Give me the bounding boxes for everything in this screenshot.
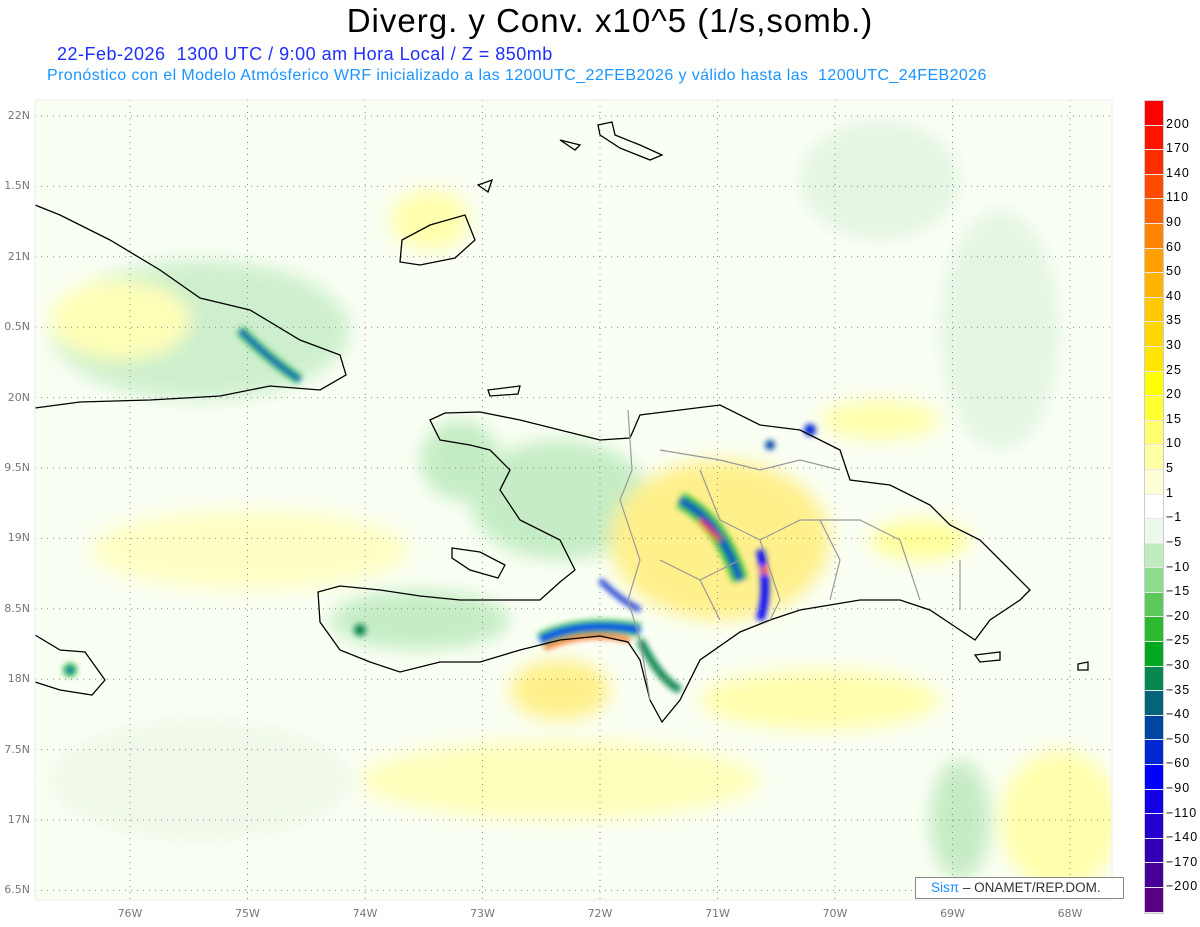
colorbar-swatch [1145,888,1163,913]
colorbar-swatch [1145,469,1163,495]
colorbar [1144,100,1164,914]
colorbar-swatch [1145,715,1163,741]
colorbar-swatch [1145,592,1163,618]
colorbar-swatch [1145,174,1163,200]
colorbar-label: −30 [1166,657,1191,672]
lat-label: 17N [7,813,30,826]
colorbar-label: −40 [1166,707,1191,722]
colorbar-swatch [1145,814,1163,839]
lat-label: 1.5N [4,179,30,193]
colorbar-swatch [1145,420,1163,446]
colorbar-label: −200 [1166,879,1199,894]
divergence-map [34,99,1113,901]
colorbar-label: −1 [1166,510,1183,525]
colorbar-swatch [1145,371,1163,397]
colorbar-label: −15 [1166,584,1191,599]
colorbar-label: −35 [1166,682,1191,697]
colorbar-label: 35 [1166,313,1182,328]
colorbar-label: 200 [1166,116,1190,131]
sispi-logo: Sisπ [931,880,960,895]
colorbar-swatch [1145,273,1163,298]
colorbar-swatch [1145,863,1163,888]
colorbar-swatch [1145,617,1163,643]
colorbar-swatch [1145,396,1163,421]
colorbar-label: 50 [1166,264,1182,279]
colorbar-swatch [1145,691,1163,716]
colorbar-label: 110 [1166,190,1189,205]
lon-label: 72W [587,907,613,920]
colorbar-label: 60 [1166,239,1182,254]
lon-label: 73W [470,907,495,920]
colorbar-swatch [1145,101,1163,126]
colorbar-label: 1 [1166,485,1174,500]
colorbar-label: 170 [1166,141,1190,156]
colorbar-label: 40 [1166,288,1182,303]
credit-box: Sisπ – ONAMET/REP.DOM. [915,877,1124,899]
lon-label: 70W [822,907,848,920]
colorbar-label: −170 [1166,854,1199,869]
lon-label: 76W [117,907,143,920]
colorbar-label: −5 [1166,534,1183,549]
colorbar-swatch [1145,543,1163,569]
colorbar-swatch [1145,150,1163,175]
lon-label: 71W [705,907,730,920]
colorbar-swatch [1145,223,1163,249]
colorbar-swatch [1145,642,1163,667]
lat-label: 0.5N [4,320,30,334]
colorbar-label: 15 [1166,411,1182,426]
shading-layer [35,100,1112,900]
colorbar-label: 25 [1166,362,1182,377]
lat-label: 22N [7,109,30,122]
colorbar-swatch [1145,568,1163,593]
colorbar-label: 140 [1166,165,1190,180]
colorbar-swatch [1145,789,1163,815]
lon-label: 75W [235,907,260,920]
lat-label: 9.5N [4,461,30,474]
colorbar-swatch [1145,199,1163,224]
colorbar-label: 30 [1166,338,1182,353]
lon-label: 68W [1057,907,1083,920]
colorbar-swatch [1145,125,1163,151]
colorbar-label: −140 [1166,830,1199,845]
colorbar-swatch [1145,494,1163,520]
colorbar-label: 90 [1166,215,1182,230]
colorbar-swatch [1145,519,1163,544]
colorbar-label: −10 [1166,559,1191,574]
colorbar-label: 10 [1166,436,1182,451]
credit-text: – ONAMET/REP.DOM. [962,880,1101,895]
colorbar-label: −60 [1166,756,1191,771]
colorbar-label: −110 [1166,805,1198,820]
lon-label: 69W [940,907,965,920]
colorbar-swatch [1145,322,1163,347]
colorbar-label: 5 [1166,461,1174,476]
lat-label: 7.5N [4,742,30,756]
lat-label: 18N [7,672,30,686]
colorbar-swatch [1145,740,1163,766]
colorbar-label: −90 [1166,780,1191,795]
colorbar-swatch [1145,248,1163,274]
lat-label: 19N [7,531,30,545]
colorbar-label: 20 [1166,387,1182,402]
colorbar-swatch [1145,765,1163,790]
colorbar-swatch [1145,346,1163,372]
colorbar-swatch [1145,666,1163,692]
lon-label: 74W [352,907,378,920]
colorbar-swatch [1145,297,1163,323]
lat-label: 21N [7,249,30,263]
colorbar-label: −25 [1166,633,1191,648]
colorbar-swatch [1145,838,1163,864]
colorbar-swatch [1145,445,1163,470]
colorbar-label: −20 [1166,608,1191,623]
colorbar-label: −50 [1166,731,1191,746]
lat-label: 20N [7,390,30,404]
lat-label: 6.5N [4,883,30,897]
lat-label: 8.5N [4,601,30,615]
